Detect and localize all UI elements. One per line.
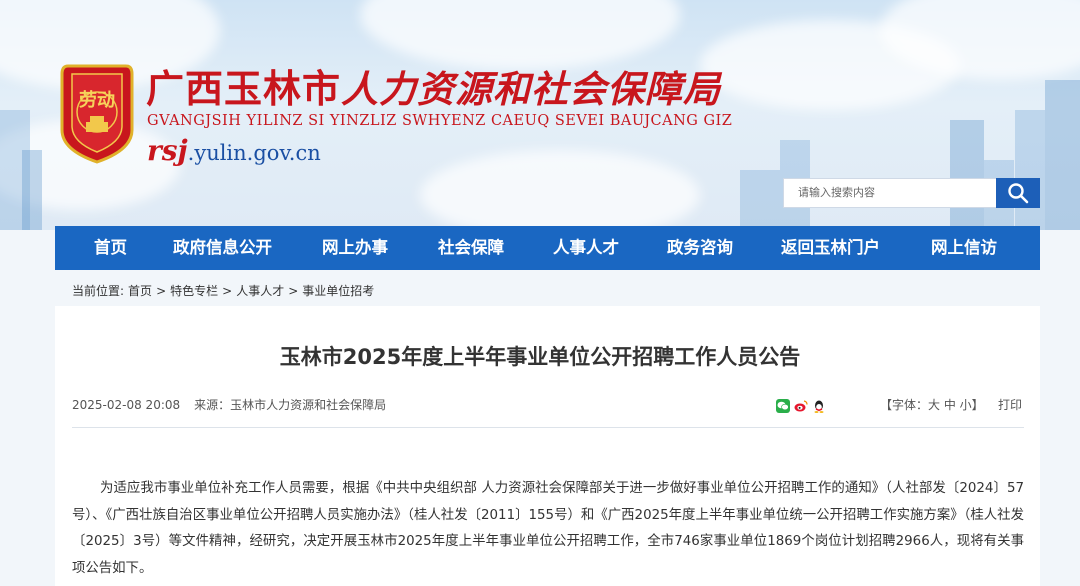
article-source: 来源：玉林市人力资源和社会保障局 [194,398,387,412]
article-date: 2025-02-08 20:08 [72,398,181,412]
domain-rest: .yulin.gov.cn [187,141,321,165]
article-title: 玉林市2025年度上半年事业单位公开招聘工作人员公告 [279,345,801,369]
breadcrumb-prefix: 当前位置: [72,284,125,298]
labor-emblem-logo: 劳动 [60,64,134,164]
domain-prefix: rsj [147,134,188,167]
site-title: 广西玉林市人力资源和社会保障局 [146,58,721,113]
article-meta: 2025-02-08 20:08 来源：玉林市人力资源和社会保障局 [72,396,386,413]
breadcrumb-item-home[interactable]: 首页 [128,282,152,299]
breadcrumb-item-exam[interactable]: 事业单位招考 [302,282,374,299]
nav-item-personnel[interactable]: 人事人才 [553,226,619,270]
emblem-text: 劳动 [79,89,115,111]
breadcrumb-separator: > [156,283,167,298]
share-buttons [776,399,826,413]
main-nav: 首页 政府信息公开 网上办事 社会保障 人事人才 政务咨询 返回玉林门户 网上信… [55,226,1040,270]
nav-item-home[interactable]: 首页 [94,226,127,270]
qq-share-icon[interactable] [812,399,826,413]
weibo-share-icon[interactable] [794,399,808,413]
nav-item-consult[interactable]: 政务咨询 [667,226,733,270]
breadcrumb-separator: > [222,283,233,298]
nav-item-gov-info[interactable]: 政府信息公开 [173,226,272,270]
breadcrumb-item-feature[interactable]: 特色专栏 [170,282,218,299]
search-input[interactable]: 请输入搜索内容 [783,178,996,208]
nav-item-petition[interactable]: 网上信访 [931,226,997,270]
print-button[interactable]: 打印 [998,396,1022,413]
search-icon [1008,183,1029,204]
search-button[interactable] [996,178,1040,208]
breadcrumb: 当前位置: 首页 > 特色专栏 > 人事人才 > 事业单位招考 [72,282,378,299]
breadcrumb-item-personnel[interactable]: 人事人才 [236,282,284,299]
font-size-control[interactable]: 【字体：大 中 小】 [880,396,984,413]
divider [72,427,1024,428]
breadcrumb-separator: > [288,283,299,298]
nav-item-portal[interactable]: 返回玉林门户 [781,226,880,270]
site-subtitle: GVANGJSIH YILINZ SI YINZLIZ SWHYENZ CAEU… [147,113,733,129]
site-title-part2: 人力资源和社会保障局 [341,67,722,111]
site-domain: rsj.yulin.gov.cn [147,134,321,167]
nav-item-online-service[interactable]: 网上办事 [322,226,388,270]
nav-item-social-security[interactable]: 社会保障 [438,226,504,270]
site-title-part1: 广西玉林市 [146,66,342,111]
article-body: 为适应我市事业单位补充工作人员需要，根据《中共中央组织部 人力资源社会保障部关于… [72,481,1024,576]
wechat-share-icon[interactable] [776,399,790,413]
